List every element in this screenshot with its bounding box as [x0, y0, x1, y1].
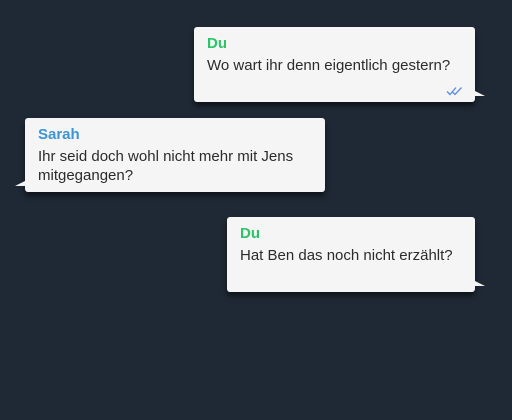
message-text: Wo wart ihr denn eigentlich gestern? [207, 57, 451, 74]
message-text: Hat Ben das noch nicht erzählt? [240, 247, 453, 264]
message-sender: Sarah [38, 126, 80, 143]
double-check-icon [446, 83, 464, 96]
chat-area: Du Wo wart ihr denn eigentlich gestern? … [0, 0, 512, 420]
message-bubble-outgoing[interactable]: Du Wo wart ihr denn eigentlich gestern? [194, 27, 485, 102]
message-sender: Du [207, 35, 227, 52]
message-bubble-incoming[interactable]: Sarah Ihr seid doch wohl nicht mehr mit … [15, 118, 325, 192]
message-sender: Du [240, 225, 260, 242]
message-bubble-outgoing[interactable]: Du Hat Ben das noch nicht erzählt? [227, 217, 485, 292]
message-text: Ihr seid doch wohl nicht mehr mit Jens m… [38, 148, 294, 184]
